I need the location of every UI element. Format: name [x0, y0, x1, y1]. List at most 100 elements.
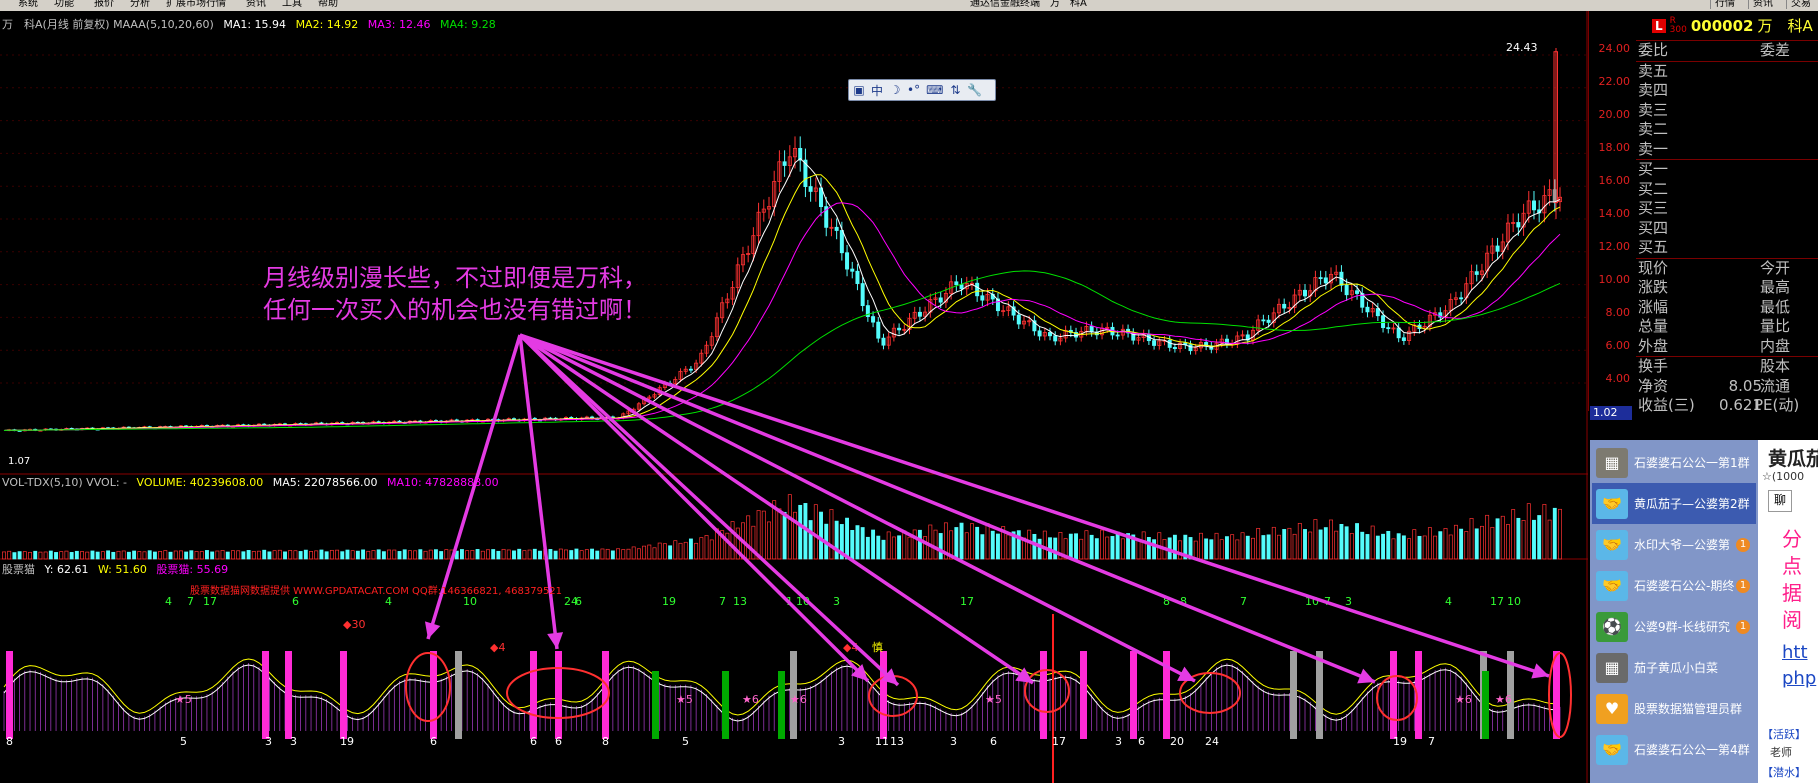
chat-group-item[interactable]: ▦ 石婆婆石公公一第1群 — [1592, 442, 1756, 483]
volume-bar — [1485, 514, 1490, 560]
chat-group-item[interactable]: 🤝 石婆婆石公公一第4群 — [1592, 729, 1756, 770]
volume-bar — [798, 504, 803, 560]
menu-item-tools[interactable]: 工具 — [282, 0, 302, 9]
candle-body — [938, 297, 943, 303]
indicator-top-number: 13 — [733, 595, 747, 608]
chat-group-item[interactable]: 🤝 黄瓜茄子—公婆第2群 — [1592, 483, 1756, 524]
volume-bar — [662, 543, 667, 560]
indicator-bottom-number: 5 — [682, 735, 689, 748]
photo-avatar-icon: ▦ — [1596, 652, 1628, 683]
buy-5-row: 买五 — [1638, 238, 1669, 256]
chart-area[interactable]: 24.431.074717641024619713110317887107341… — [0, 11, 1588, 783]
indicator-top-number: 7 — [1240, 595, 1247, 608]
menu-item-function[interactable]: 功能 — [54, 0, 74, 9]
volume-bar — [126, 551, 131, 560]
volume-bar — [1427, 527, 1432, 560]
volume-bar — [1386, 530, 1391, 560]
volume-bar — [64, 550, 69, 560]
volume-bar — [1146, 537, 1151, 560]
candle-body — [1459, 297, 1464, 300]
price-tick: 14.00 — [1598, 207, 1631, 220]
volume-bar — [116, 550, 121, 560]
chat-group-item[interactable]: ⚽ 公婆9群-长线研究 1 — [1592, 606, 1756, 647]
chat-group-name: 股票数据猫管理员群 — [1634, 702, 1743, 716]
frame-icon[interactable]: ▣ — [853, 83, 865, 97]
volume-bar — [652, 547, 657, 560]
chat-group-item[interactable]: ▦ 茄子黄瓜小白菜 — [1592, 647, 1756, 688]
tab-quote[interactable]: 行情 — [1710, 0, 1739, 9]
volume-bar — [1204, 538, 1209, 560]
arrows-icon[interactable]: ⇅ — [949, 83, 961, 97]
indicator-bottom-number: 11 — [875, 735, 889, 748]
volume-bar — [1464, 531, 1469, 560]
dots-icon[interactable]: •° — [907, 83, 920, 97]
price-tick: 18.00 — [1598, 141, 1631, 154]
volume-bar — [43, 551, 48, 560]
candle-body — [1089, 326, 1094, 333]
chat-group-item[interactable]: 🤝 石婆婆石公公-期终 1 — [1592, 565, 1756, 606]
tab-news[interactable]: 资讯 — [1748, 0, 1777, 9]
main-chart-legend: 万 科A(月线 前复权) MAAA(5,10,20,60) MA1: 15.94… — [2, 16, 496, 32]
volume-bar — [668, 545, 673, 560]
volume-bar — [865, 536, 870, 560]
menu-item-quote[interactable]: 报价 — [94, 0, 114, 9]
candle-body — [855, 270, 860, 284]
volume-bar — [381, 551, 386, 560]
indicator-top-number: 17 — [1490, 595, 1504, 608]
moon-icon[interactable]: ☽ — [889, 83, 901, 97]
message-icon[interactable]: 聊 — [1768, 490, 1792, 512]
order-ratio-row: 委比 委差 — [1638, 41, 1791, 59]
volume-bar — [303, 549, 308, 560]
volume-bar — [1110, 536, 1115, 560]
l-badge[interactable]: L — [1652, 18, 1666, 33]
keyboard-icon[interactable]: ⌨ — [926, 83, 943, 97]
floating-toolbar[interactable]: ▣ 中 ☽ •° ⌨ ⇅ 🔧 — [848, 79, 996, 101]
kline-chart-svg[interactable]: 24.431.074717641024619713110317887107341… — [0, 11, 1588, 783]
signal-bar — [1390, 651, 1397, 739]
volume-bar — [439, 551, 444, 560]
candle-body — [1303, 289, 1308, 297]
volume-bar — [574, 548, 579, 560]
volume-bar — [917, 529, 922, 560]
volume-bar — [1318, 529, 1323, 560]
tab-trade[interactable]: 交易 — [1786, 0, 1815, 9]
volume-bar — [1120, 538, 1125, 560]
menu-item-analysis[interactable]: 分析 — [130, 0, 150, 9]
volume-bar — [231, 550, 235, 560]
volume-bar — [1282, 529, 1287, 560]
volume-bar — [767, 521, 771, 560]
chat-group-item[interactable]: 🤝 水印大爷—公婆第 1 — [1592, 524, 1756, 565]
volume-bar — [465, 550, 470, 560]
wrench-icon[interactable]: 🔧 — [967, 83, 982, 97]
volume-bar — [350, 550, 355, 560]
volume-bar — [48, 550, 53, 560]
volume-bar — [1532, 519, 1536, 560]
menu-item-help[interactable]: 帮助 — [318, 0, 338, 9]
volume-bar — [54, 552, 58, 560]
menu-item-news[interactable]: 资讯 — [246, 0, 266, 9]
chat-group-list[interactable]: ▦ 石婆婆石公公一第1群 🤝 黄瓜茄子—公婆第2群 🤝 水印大爷—公婆第 1 🤝 石婆婆石公公-… — [1590, 440, 1758, 783]
candle-body — [959, 284, 964, 290]
volume-bar — [834, 520, 839, 560]
volume-bar — [1448, 534, 1453, 560]
volume-bar — [777, 508, 782, 560]
volume-bar — [1256, 528, 1261, 560]
candle-body — [860, 283, 865, 307]
volume-bar — [1453, 524, 1458, 560]
menu-item-system[interactable]: 系统 — [18, 0, 38, 9]
signal-bar — [1316, 651, 1323, 739]
annotation-arrow — [519, 333, 1034, 685]
quote-panel: L R 300 000002 万 科A 委比 委差 卖五 卖四 卖三 卖二 卖一 … — [1636, 11, 1818, 414]
volume-bar — [158, 550, 163, 560]
chat-group-item[interactable]: ♥ 股票数据猫管理员群 — [1592, 688, 1756, 729]
menu-item-extended-market[interactable]: 扩展市场行情 — [166, 0, 226, 9]
indicator-bottom-number: 5 — [180, 735, 187, 748]
indicator-bottom-number: 6 — [530, 735, 537, 748]
chinese-input-icon[interactable]: 中 — [871, 82, 883, 99]
volume-bar — [121, 550, 126, 560]
chat-window-preview[interactable]: 黄瓜茄 ☆(1000 聊 分点据阅 htt php 【活跃】 老师 【潜水】 公 — [1758, 440, 1818, 783]
candle-body — [1016, 314, 1021, 325]
volume-bar — [80, 551, 85, 560]
chat-link[interactable]: htt php — [1782, 640, 1818, 692]
fin-row: 净资 8.05 流通 — [1638, 376, 1791, 395]
